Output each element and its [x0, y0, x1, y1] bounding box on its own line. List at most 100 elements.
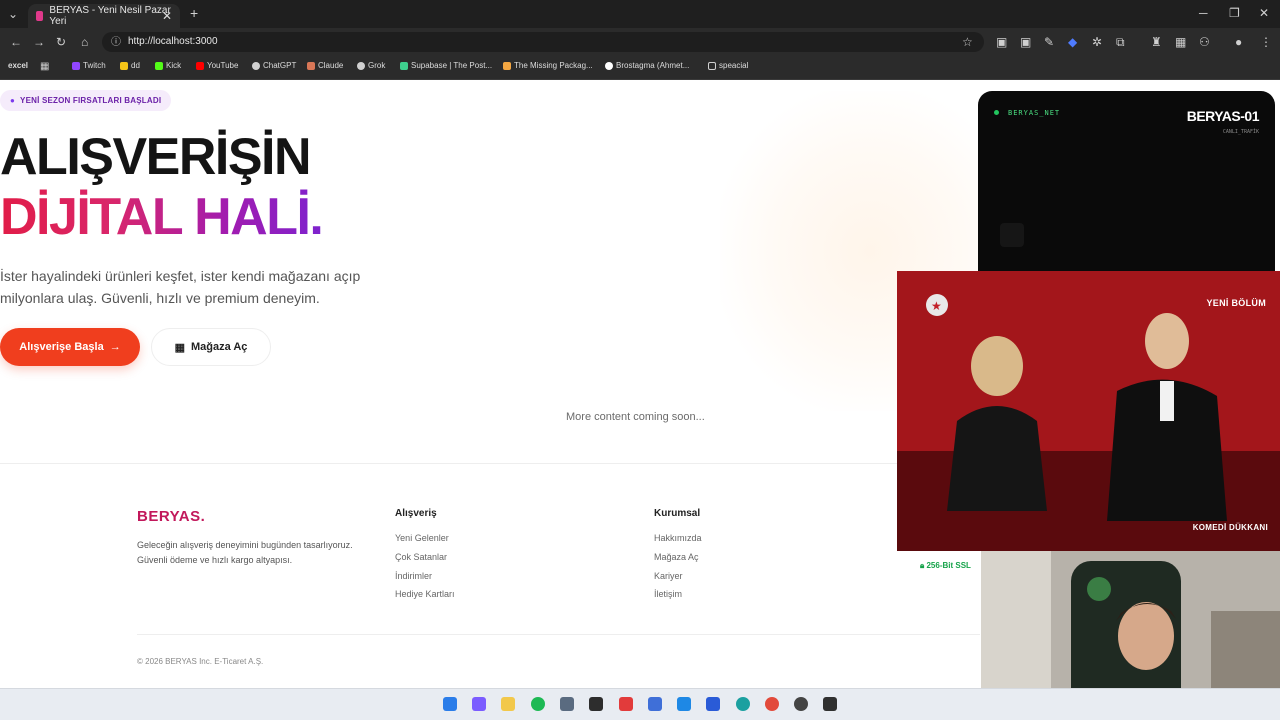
hero-title-line2: DİJİTAL HALİ. [0, 187, 322, 247]
arrow-right-icon: → [109, 341, 121, 353]
bookmark-item[interactable]: YouTube [196, 61, 238, 70]
store-app-icon[interactable] [560, 697, 574, 711]
tv-show-name: KOMEDİ DÜKKANI [1192, 523, 1268, 532]
vscode-icon[interactable] [677, 697, 691, 711]
forward-icon[interactable]: → [33, 35, 45, 49]
footer-divider [0, 463, 980, 464]
bookmark-item[interactable]: Supabase | The Post... [400, 61, 492, 70]
ssl-label: 256-Bit SSL [926, 561, 971, 570]
svg-text:★: ★ [931, 299, 942, 313]
bookmark-item[interactable]: Kick [155, 61, 181, 70]
site-info-icon[interactable]: ⓘ [111, 36, 121, 50]
footer-col-corporate-title: Kurumsal [654, 508, 701, 519]
twitch-icon [72, 61, 80, 70]
window-close-icon[interactable]: ✕ [1259, 6, 1269, 20]
footer-bottom-divider [137, 634, 980, 635]
footer-link[interactable]: Çok Satanlar [395, 552, 447, 562]
bookmark-label: dd [131, 61, 140, 70]
bookmark-label: Twitch [83, 61, 106, 70]
footer-link[interactable]: İletişim [654, 589, 682, 599]
bookmark-label: The Missing Packag... [514, 61, 593, 70]
extension-icon[interactable]: ▦ [1175, 35, 1186, 49]
extensions-puzzle-icon[interactable]: ⧉ [1116, 35, 1125, 49]
bookmark-item[interactable]: Twitch [72, 61, 106, 70]
profile-avatar-icon[interactable]: ● [1235, 35, 1242, 49]
footer-logo[interactable]: BERYAS. [137, 508, 205, 525]
hero-title-gradient-text: DİJİTAL HALİ [0, 188, 310, 246]
tab-search-icon[interactable]: ⌄ [8, 7, 18, 21]
minimize-icon[interactable]: ─ [1199, 6, 1208, 20]
chrome-icon[interactable] [765, 697, 779, 711]
restore-icon[interactable]: ❐ [1229, 6, 1240, 20]
browser-tab[interactable]: BERYAS - Yeni Nesil Pazar Yeri ✕ [28, 4, 180, 28]
coming-soon-text: More content coming soon... [566, 411, 705, 423]
terminal-icon[interactable] [589, 697, 603, 711]
app-icon[interactable] [794, 697, 808, 711]
footer-link[interactable]: Kariyer [654, 571, 683, 581]
bookmark-label: YouTube [207, 61, 239, 70]
extension-icon[interactable]: ✎ [1044, 35, 1054, 49]
bookmark-label: speacial [719, 61, 749, 70]
app-icon[interactable] [619, 697, 633, 711]
claude-icon [307, 61, 315, 70]
bookmark-item[interactable]: Claude [307, 61, 343, 70]
bookmark-label: Claude [318, 61, 344, 70]
network-label: BERYAS_NET [1008, 109, 1061, 117]
start-menu-icon[interactable] [443, 697, 457, 711]
start-shopping-label: Alışverişe Başla [19, 341, 104, 353]
new-tab-icon[interactable]: + [190, 6, 198, 20]
footer-link[interactable]: Hediye Kartları [395, 589, 455, 599]
bookmark-item[interactable]: ChatGPT [252, 61, 296, 70]
bookmark-item[interactable]: The Missing Packag... [503, 61, 593, 70]
bookmark-item[interactable]: Brostagma (Ahmet... [605, 61, 689, 70]
spotify-icon[interactable] [531, 697, 545, 711]
footer-link[interactable]: Mağaza Aç [654, 552, 699, 562]
terminal-icon[interactable] [823, 697, 837, 711]
extension-icon[interactable]: ✲ [1092, 35, 1102, 49]
extension-icon[interactable]: ▣ [996, 35, 1007, 49]
address-bar[interactable]: ⓘ http://localhost:3000 [102, 32, 984, 52]
extension-icon[interactable]: ◆ [1068, 35, 1077, 49]
open-store-button[interactable]: ▦ Mağaza Aç [151, 328, 271, 366]
copilot-icon[interactable] [472, 697, 486, 711]
bookmark-item[interactable]: speacial [708, 61, 748, 70]
season-badge-label: YENİ SEZON FIRSATLARI BAŞLADI [20, 96, 162, 105]
bookmark-item[interactable]: excel [8, 61, 28, 70]
network-overlay-widget: BERYAS_NET BERYAS-01 CANLI_TRAFİK [978, 91, 1275, 272]
address-bar-url: http://localhost:3000 [128, 36, 218, 47]
store-icon: ▦ [174, 341, 185, 354]
tv-new-episode-badge: YENİ BÖLÜM [1206, 298, 1266, 308]
extension-icon[interactable]: ♜ [1151, 35, 1162, 49]
grok-icon [357, 61, 365, 70]
bookmark-item[interactable]: dd [120, 61, 140, 70]
apps-grid-icon[interactable]: ▦ [40, 60, 49, 74]
bookmark-label: Grok [368, 61, 386, 70]
bookmark-favicon-icon [120, 61, 128, 70]
bookmark-star-icon[interactable]: ☆ [962, 35, 973, 49]
footer-link[interactable]: Hakkımızda [654, 533, 702, 543]
footer-link[interactable]: İndirimler [395, 571, 432, 581]
bookmark-item[interactable]: Grok [357, 61, 385, 70]
extension-icon[interactable]: ⚇ [1199, 35, 1210, 49]
bookmark-label: ChatGPT [263, 61, 297, 70]
github-icon [605, 61, 613, 70]
supabase-icon [400, 61, 408, 70]
app-icon[interactable] [648, 697, 662, 711]
tab-close-icon[interactable]: ✕ [162, 9, 172, 23]
extension-icon[interactable]: ▣ [1020, 35, 1031, 49]
season-badge: ● YENİ SEZON FIRSATLARI BAŞLADI [0, 90, 172, 111]
start-shopping-button[interactable]: Alışverişe Başla → [0, 328, 140, 366]
footer-link[interactable]: Yeni Gelenler [395, 533, 449, 543]
app-icon[interactable] [706, 697, 720, 711]
back-icon[interactable]: ← [10, 35, 22, 49]
reload-icon[interactable]: ↻ [56, 35, 66, 49]
product-thumbnail [1000, 223, 1024, 247]
open-store-label: Mağaza Aç [190, 341, 248, 353]
folder-icon [708, 61, 716, 70]
edge-icon[interactable] [736, 697, 750, 711]
home-icon[interactable]: ⌂ [81, 35, 88, 49]
file-explorer-icon[interactable] [501, 697, 515, 711]
menu-icon[interactable]: ⋮ [1260, 35, 1272, 49]
copyright-text: © 2026 BERYAS Inc. E-Ticaret A.Ş. [137, 657, 264, 666]
tv-scene-image: ★ [897, 271, 1280, 551]
